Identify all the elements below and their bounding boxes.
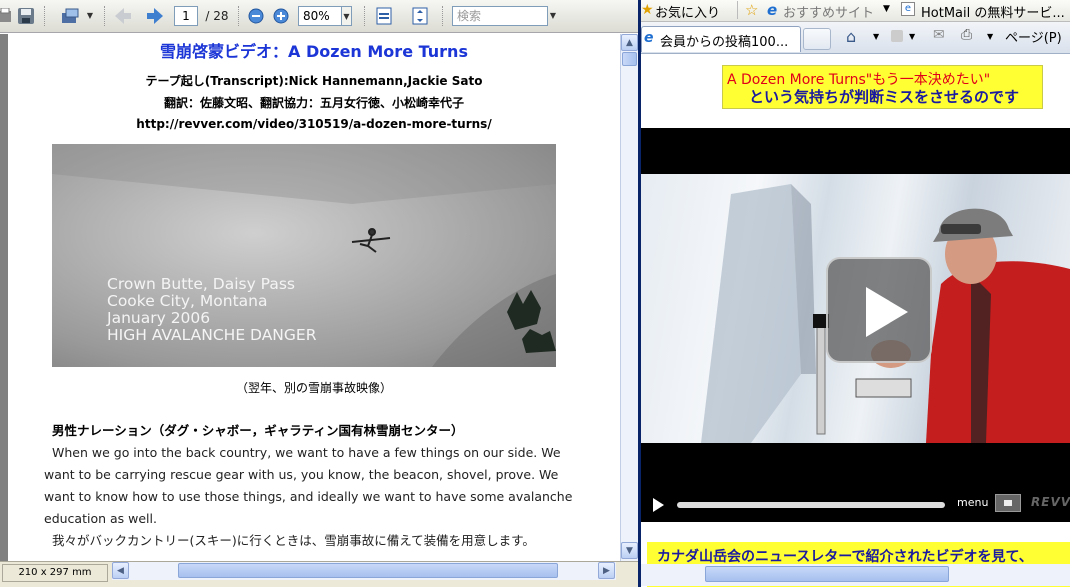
paragraph-line: education as well. — [44, 511, 157, 526]
chevron-down-icon[interactable]: ▼ — [987, 32, 993, 41]
pdf-toolbar: ▼ 1 / 28 80% ▼ 検索 ▼ — [0, 0, 638, 33]
save-icon[interactable] — [16, 6, 36, 26]
pane-divider[interactable] — [638, 0, 641, 587]
video-menu-button[interactable]: menu — [957, 496, 988, 509]
new-tab-button[interactable] — [803, 28, 831, 50]
pdf-viewer: ▼ 1 / 28 80% ▼ 検索 ▼ 雪崩啓蒙ビデオ：A Dozen More… — [0, 0, 638, 587]
scroll-left-icon[interactable]: ◀ — [112, 562, 129, 579]
page-size-label: 210 x 297 mm — [2, 564, 108, 582]
scroll-thumb[interactable] — [705, 566, 949, 582]
toolbar-separator — [442, 6, 444, 26]
page-total: / 28 — [205, 9, 229, 23]
comment-tools-icon[interactable] — [58, 6, 84, 26]
video-still-image: Crown Butte, Daisy Pass Cooke City, Mont… — [52, 144, 556, 367]
video-progress-bar[interactable] — [677, 502, 945, 508]
scroll-up-icon[interactable]: ▲ — [621, 34, 638, 51]
chevron-down-icon[interactable]: ▼ — [873, 32, 879, 41]
ie-logo-icon: e — [767, 1, 778, 19]
chevron-down-icon[interactable]: ▼ — [85, 6, 95, 26]
toolbar-separator — [238, 6, 240, 26]
chevron-down-icon[interactable]: ▼ — [548, 6, 558, 26]
video-player[interactable]: menu REVVER — [641, 128, 1070, 522]
print-icon[interactable] — [0, 6, 16, 26]
speaker-heading: 男性ナレーション（ダグ・シャボー，ギャラティン国有林雪崩センター） — [52, 423, 464, 438]
home-icon[interactable]: ⌂ — [846, 27, 856, 46]
tab-bar: e 会員からの投稿100... ⌂ ▼ ▼ ✉ ⎙ ▼ ページ(P) — [641, 22, 1070, 54]
scroll-down-icon[interactable]: ▼ — [621, 542, 638, 559]
zoom-out-icon[interactable] — [246, 6, 266, 26]
add-favorite-icon[interactable]: ☆ — [745, 1, 758, 19]
fit-width-icon[interactable] — [410, 6, 430, 26]
fullscreen-icon — [1004, 500, 1012, 506]
image-caption: （翌年、別の雪崩事故映像） — [235, 381, 392, 395]
favorites-bar: ★ お気に入り ☆ e おすすめサイト ▼ e HotMail の無料サービ..… — [641, 0, 1070, 22]
feeds-icon[interactable] — [891, 30, 903, 42]
play-icon — [866, 287, 908, 337]
horizontal-scrollbar[interactable]: ◀ ▶ — [112, 562, 616, 580]
divider — [737, 1, 738, 19]
scroll-right-icon[interactable]: ▶ — [598, 562, 615, 579]
next-page-icon[interactable] — [145, 6, 165, 26]
browser-window: ★ お気に入り ☆ e おすすめサイト ▼ e HotMail の無料サービ..… — [641, 0, 1070, 587]
video-overlay-line: HIGH AVALANCHE DANGER — [107, 326, 317, 344]
video-overlay-line: Cooke City, Montana — [107, 292, 268, 310]
chevron-down-icon[interactable]: ▼ — [342, 6, 352, 26]
chevron-down-icon[interactable]: ▼ — [883, 4, 890, 14]
fit-page-icon[interactable] — [374, 6, 394, 26]
description-text: カナダ山岳会のニュースレターで紹介されたビデオを見て、 — [657, 549, 1033, 565]
play-small-icon[interactable] — [653, 498, 664, 512]
toolbar-separator — [44, 6, 46, 26]
banner-subtitle: という気持ちが判断ミスをさせるのです — [749, 88, 1020, 106]
mail-icon[interactable]: ✉ — [933, 27, 945, 43]
paragraph-line: 我々がバックカントリー(スキー)に行くときは、雪崩事故に備えて装備を用意します。 — [52, 533, 535, 548]
tab-title: 会員からの投稿100... — [660, 35, 789, 50]
paragraph-line: want to be carrying rescue gear with us,… — [44, 467, 559, 482]
web-page-content: A Dozen More Turns"もう一本決めたい" という気持ちが判断ミス… — [641, 54, 1070, 587]
chevron-down-icon[interactable]: ▼ — [909, 32, 915, 41]
hotmail-link[interactable]: HotMail の無料サービ... — [921, 2, 1065, 21]
suggested-sites-link[interactable]: おすすめサイト — [783, 2, 874, 21]
paragraph-line: When we go into the back country, we wan… — [52, 445, 561, 460]
fullscreen-button[interactable] — [995, 494, 1021, 512]
vertical-scrollbar[interactable]: ▲ ▼ — [620, 34, 638, 561]
tab-active[interactable]: e 会員からの投稿100... — [641, 26, 801, 52]
page-number-input[interactable]: 1 — [174, 6, 198, 26]
hotmail-page-icon: e — [901, 2, 915, 16]
video-overlay-line: Crown Butte, Daisy Pass — [107, 275, 295, 293]
search-input[interactable]: 検索 — [452, 6, 548, 26]
video-title-banner: A Dozen More Turns"もう一本決めたい" という気持ちが判断ミス… — [722, 65, 1043, 109]
favorites-star-icon[interactable]: ★ — [641, 2, 654, 18]
scroll-thumb[interactable] — [622, 52, 637, 66]
video-overlay-line: January 2006 — [107, 309, 211, 327]
pdf-page: 雪崩啓蒙ビデオ：A Dozen More Turns テープ起し(Transcr… — [0, 34, 620, 561]
favorites-button[interactable]: お気に入り — [655, 2, 720, 21]
previous-page-icon[interactable] — [113, 6, 133, 26]
translation-credit: 翻訳：佐藤文昭、翻訳協力：五月女行徳、小松崎幸代子 — [163, 96, 464, 110]
scroll-thumb[interactable] — [178, 563, 558, 578]
toolbar-separator — [364, 6, 366, 26]
page-menu[interactable]: ページ(P) — [1005, 27, 1062, 46]
ie-page-icon: e — [644, 30, 654, 46]
play-button[interactable] — [826, 257, 932, 363]
print-icon[interactable]: ⎙ — [961, 27, 972, 43]
source-url: http://revver.com/video/310519/a-dozen-m… — [136, 117, 492, 131]
video-frame — [641, 174, 1070, 443]
horizontal-scrollbar[interactable] — [641, 564, 1070, 586]
paragraph-line: want to know how to use those things, an… — [44, 489, 573, 504]
document-title: 雪崩啓蒙ビデオ：A Dozen More Turns — [160, 42, 468, 61]
zoom-in-icon[interactable] — [271, 6, 291, 26]
transcript-credit: テープ起し(Transcript):Nick Hannemann,Jackie … — [145, 74, 483, 88]
toolbar-separator — [104, 6, 106, 26]
zoom-level-input[interactable]: 80% — [298, 6, 342, 26]
revver-logo: REVVER — [1031, 495, 1070, 509]
